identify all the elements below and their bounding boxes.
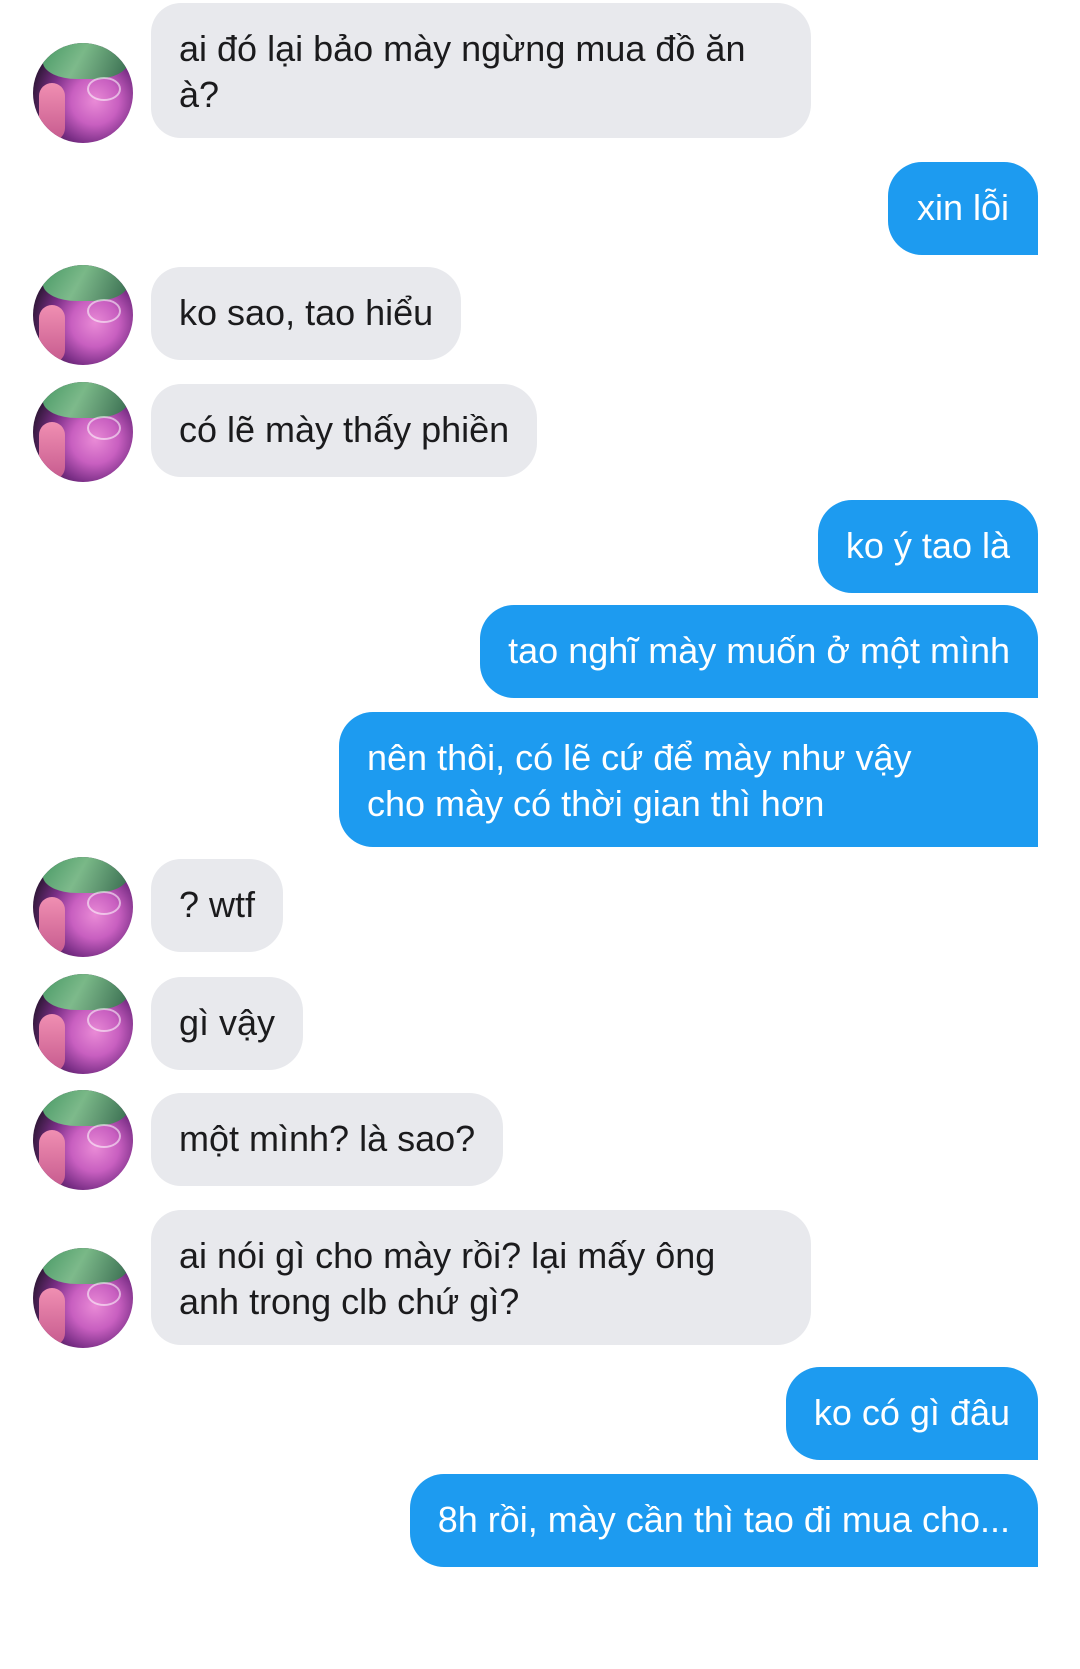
avatar[interactable]: [33, 1248, 133, 1348]
avatar-glasses: [87, 299, 121, 323]
avatar-hair: [43, 857, 128, 893]
avatar-glasses: [87, 1282, 121, 1306]
outgoing-message-bubble[interactable]: ko có gì đâu: [785, 1367, 1038, 1460]
outgoing-message-bubble[interactable]: 8h rồi, mày cần thì tao đi mua cho...: [409, 1474, 1038, 1567]
incoming-message-bubble[interactable]: gì vậy: [151, 977, 304, 1070]
avatar[interactable]: [33, 857, 133, 957]
incoming-message-bubble[interactable]: ai nói gì cho mày rồi? lại mấy ông anh t…: [151, 1210, 811, 1345]
incoming-message-bubble[interactable]: ai đó lại bảo mày ngừng mua đồ ăn à?: [151, 3, 811, 138]
outgoing-message-bubble[interactable]: xin lỗi: [887, 162, 1038, 255]
avatar-hand: [39, 305, 65, 363]
avatar[interactable]: [33, 382, 133, 482]
avatar-hand: [39, 1288, 65, 1346]
avatar-glasses: [87, 416, 121, 440]
incoming-message-bubble[interactable]: ? wtf: [151, 859, 284, 952]
incoming-message-bubble[interactable]: có lẽ mày thấy phiền: [151, 384, 538, 477]
avatar-hair: [43, 1248, 128, 1284]
avatar-glasses: [87, 77, 121, 101]
avatar-hair: [43, 974, 128, 1010]
incoming-message-bubble[interactable]: ko sao, tao hiểu: [151, 267, 462, 360]
outgoing-message-bubble[interactable]: nên thôi, có lẽ cứ để mày như vậy cho mà…: [339, 712, 1038, 847]
avatar-hand: [39, 422, 65, 480]
avatar-glasses: [87, 891, 121, 915]
avatar-glasses: [87, 1008, 121, 1032]
avatar-hair: [43, 1090, 128, 1126]
avatar-hair: [43, 382, 128, 418]
avatar-hand: [39, 1130, 65, 1188]
avatar-hand: [39, 897, 65, 955]
avatar-hand: [39, 1014, 65, 1072]
incoming-message-bubble[interactable]: một mình? là sao?: [151, 1093, 504, 1186]
outgoing-message-bubble[interactable]: tao nghĩ mày muốn ở một mình: [480, 605, 1038, 698]
avatar-glasses: [87, 1124, 121, 1148]
avatar[interactable]: [33, 974, 133, 1074]
avatar-hair: [43, 265, 128, 301]
avatar-hair: [43, 43, 128, 79]
avatar[interactable]: [33, 1090, 133, 1190]
avatar[interactable]: [33, 265, 133, 365]
avatar[interactable]: [33, 43, 133, 143]
avatar-hand: [39, 83, 65, 141]
outgoing-message-bubble[interactable]: ko ý tao là: [817, 500, 1038, 593]
